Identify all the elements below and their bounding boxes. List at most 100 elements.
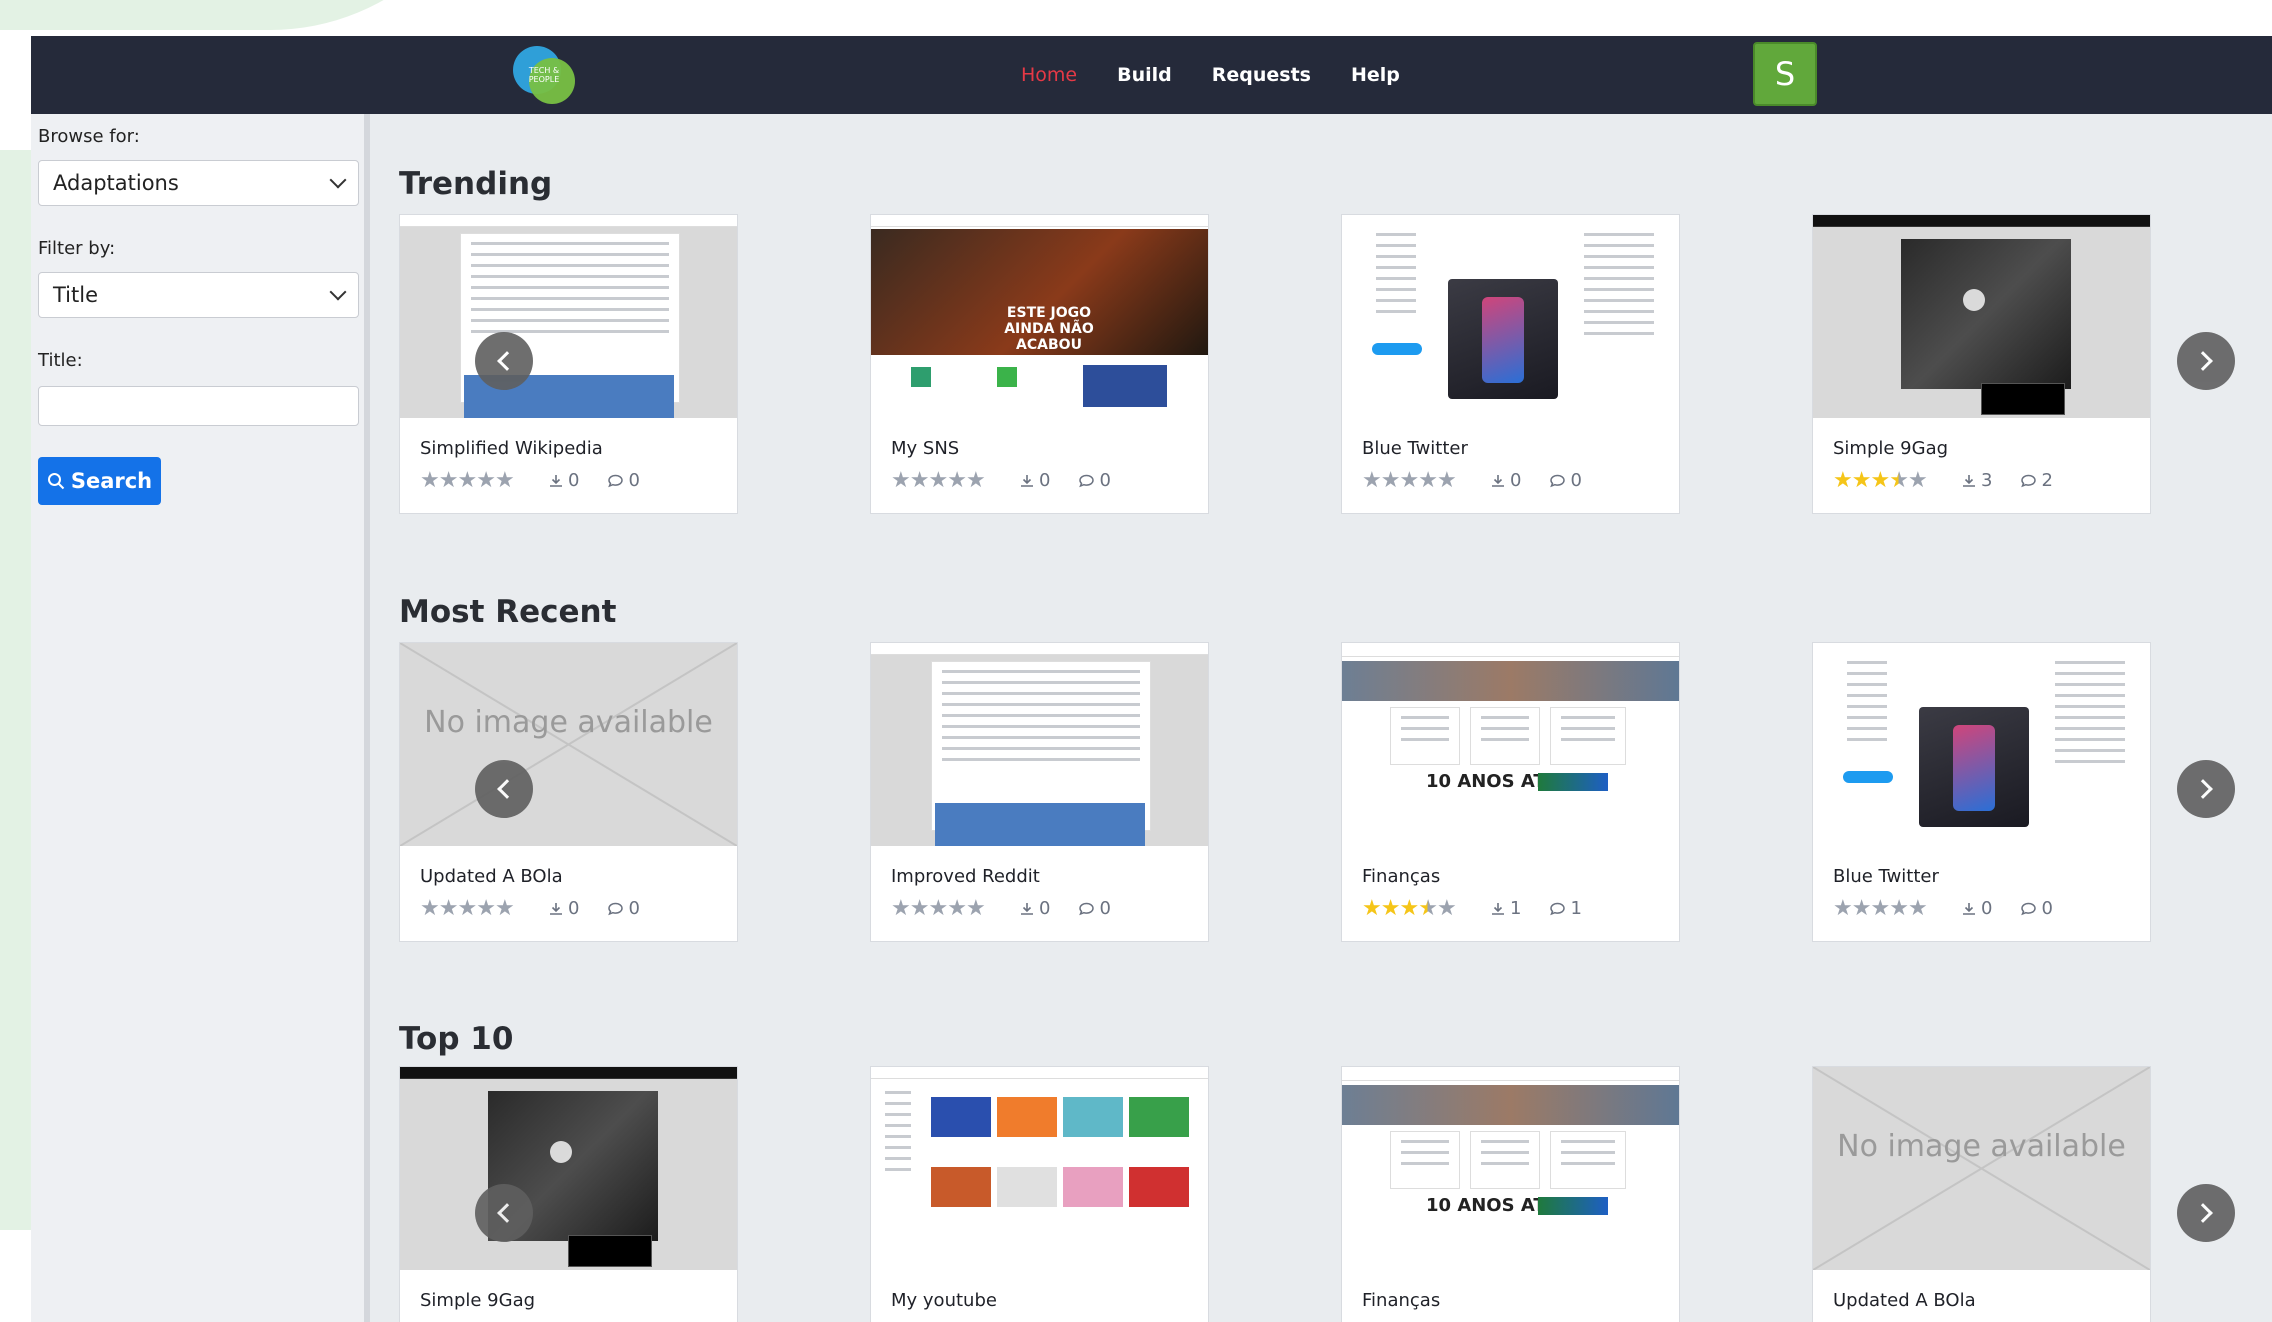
- comment-stat: 0: [1549, 470, 1582, 491]
- card-thumbnail: [871, 1067, 1208, 1270]
- comment-count: 2: [2041, 470, 2053, 491]
- adaptation-card[interactable]: ESTE JOGO AINDA NÃO ACABOU My SNS ★★★★★ …: [870, 214, 1209, 514]
- comment-stat: 0: [1078, 470, 1111, 491]
- adaptation-card[interactable]: 10 ANOS AT Finanças ★★★★★ 1 1: [1341, 642, 1680, 942]
- mock-banner: [1342, 661, 1679, 701]
- download-count: 1: [1510, 898, 1522, 919]
- comment-count: 0: [628, 470, 640, 491]
- star-icon: ★: [1833, 896, 1853, 921]
- section-title: Most Recent: [399, 594, 617, 630]
- filter-sidebar: Browse for: Adaptations Filter by: Title…: [31, 114, 370, 1322]
- download-stat: 0: [1019, 898, 1050, 919]
- mock-tile: [1550, 1131, 1626, 1189]
- mock-topbar: [871, 643, 1208, 655]
- comment-stat: 0: [607, 898, 640, 919]
- filter-select[interactable]: Title: [38, 272, 359, 318]
- star-icon: ★: [1380, 896, 1401, 921]
- adaptation-card[interactable]: Simplified Wikipedia ★★★★★ 0 0: [399, 214, 738, 514]
- comment-stat: 1: [1549, 898, 1582, 919]
- adaptation-card[interactable]: No image available Updated A BOla ★★★★★: [1812, 1066, 2151, 1322]
- card-title: Finanças: [1362, 1290, 1441, 1311]
- thumbnail-mock: ESTE JOGO AINDA NÃO ACABOU: [871, 215, 1208, 418]
- star-icon: ★: [1362, 468, 1382, 493]
- comment-count: 0: [628, 898, 640, 919]
- chevron-down-icon: [329, 283, 347, 301]
- star-rating: ★★★★★: [1362, 896, 1462, 921]
- thumbnail-mock: 10 ANOS AT: [1342, 643, 1679, 846]
- carousel-prev-button[interactable]: [475, 760, 533, 818]
- browse-select[interactable]: Adaptations: [38, 160, 359, 206]
- download-stat: 0: [548, 898, 579, 919]
- download-icon: [1492, 902, 1504, 915]
- comment-count: 0: [1099, 470, 1111, 491]
- adaptation-card[interactable]: My youtube ★★★★★: [870, 1066, 1209, 1322]
- carousel-next-button[interactable]: [2177, 332, 2235, 390]
- mock-trends: [2045, 653, 2135, 833]
- download-count: 0: [1510, 470, 1522, 491]
- carousel-prev-button[interactable]: [475, 1184, 533, 1242]
- download-stat: 0: [1019, 470, 1050, 491]
- placeholder-cross: [400, 643, 737, 846]
- mock-video: [1901, 239, 2071, 389]
- mock-phone: [1953, 725, 1995, 811]
- mock-sidebar: [875, 1083, 921, 1263]
- star-icon: ★: [947, 896, 967, 921]
- card-meta: ★★★★★ 0 0: [891, 468, 1111, 493]
- chevron-left-icon: [497, 351, 517, 371]
- star-icon: ★: [1362, 896, 1382, 921]
- nav-link-home[interactable]: Home: [1021, 64, 1077, 86]
- star-icon: ★: [891, 896, 911, 921]
- card-title: Improved Reddit: [891, 866, 1040, 887]
- search-button[interactable]: Search: [38, 457, 161, 505]
- user-avatar[interactable]: S: [1753, 42, 1817, 106]
- star-icon: ★: [476, 468, 496, 493]
- mock-topbar: [1342, 643, 1679, 657]
- star-icon: ★: [420, 468, 440, 493]
- star-rating: ★★★★★: [1362, 468, 1462, 493]
- card-meta: ★★★★★ 0 0: [1833, 896, 2053, 921]
- card-thumbnail: [1813, 215, 2150, 418]
- download-icon: [1021, 474, 1033, 487]
- adaptation-card[interactable]: Simple 9Gag ★★★★★: [399, 1066, 738, 1322]
- carousel-prev-button[interactable]: [475, 332, 533, 390]
- adaptation-card[interactable]: Blue Twitter ★★★★★ 0 0: [1812, 642, 2151, 942]
- thumbnail-mock: 10 ANOS AT: [1342, 1067, 1679, 1270]
- download-stat: 3: [1961, 470, 1992, 491]
- star-rating: ★★★★★: [420, 468, 520, 493]
- star-icon: ★: [928, 468, 948, 493]
- mock-phone: [1482, 297, 1524, 383]
- download-icon: [1492, 474, 1504, 487]
- adaptation-card[interactable]: Blue Twitter ★★★★★ 0 0: [1341, 214, 1680, 514]
- adaptation-card[interactable]: No image available Updated A BOla ★★★★★ …: [399, 642, 738, 942]
- placeholder-cross: [1813, 1067, 2150, 1270]
- adaptation-card[interactable]: Simple 9Gag ★★★★★ 3 2: [1812, 214, 2151, 514]
- play-icon: [1963, 289, 1985, 311]
- nav-link-help[interactable]: Help: [1351, 64, 1400, 86]
- nav-link-build[interactable]: Build: [1117, 64, 1172, 86]
- nav-link-requests[interactable]: Requests: [1212, 64, 1311, 86]
- mock-tile: [1470, 1131, 1540, 1189]
- thumbnail-mock: [400, 215, 737, 418]
- title-input[interactable]: [38, 386, 359, 426]
- star-icon: ★: [1380, 468, 1401, 493]
- mock-topbar: [400, 215, 737, 227]
- carousel-next-button[interactable]: [2177, 760, 2235, 818]
- logo[interactable]: TECH & PEOPLE: [513, 46, 575, 104]
- card-thumbnail: [871, 643, 1208, 846]
- thumbnail-mock: [400, 1067, 737, 1270]
- adaptation-card[interactable]: 10 ANOS AT Finanças ★★★★★: [1341, 1066, 1680, 1322]
- adaptation-card[interactable]: Improved Reddit ★★★★★ 0 0: [870, 642, 1209, 942]
- background-decoration: [0, 0, 500, 30]
- mock-topbar: [1342, 1067, 1679, 1081]
- download-icon: [1963, 902, 1975, 915]
- search-button-label: Search: [70, 469, 153, 493]
- thumbnail-mock: [1813, 215, 2150, 418]
- download-count: 3: [1981, 470, 1993, 491]
- card-meta: ★★★★★ 0 0: [891, 896, 1111, 921]
- chevron-left-icon: [497, 779, 517, 799]
- star-icon: ★: [1418, 896, 1438, 921]
- mock-video-tile: [1063, 1097, 1123, 1137]
- carousel-next-button[interactable]: [2177, 1184, 2235, 1242]
- star-icon: ★: [1907, 468, 1928, 493]
- download-stat: 1: [1490, 898, 1521, 919]
